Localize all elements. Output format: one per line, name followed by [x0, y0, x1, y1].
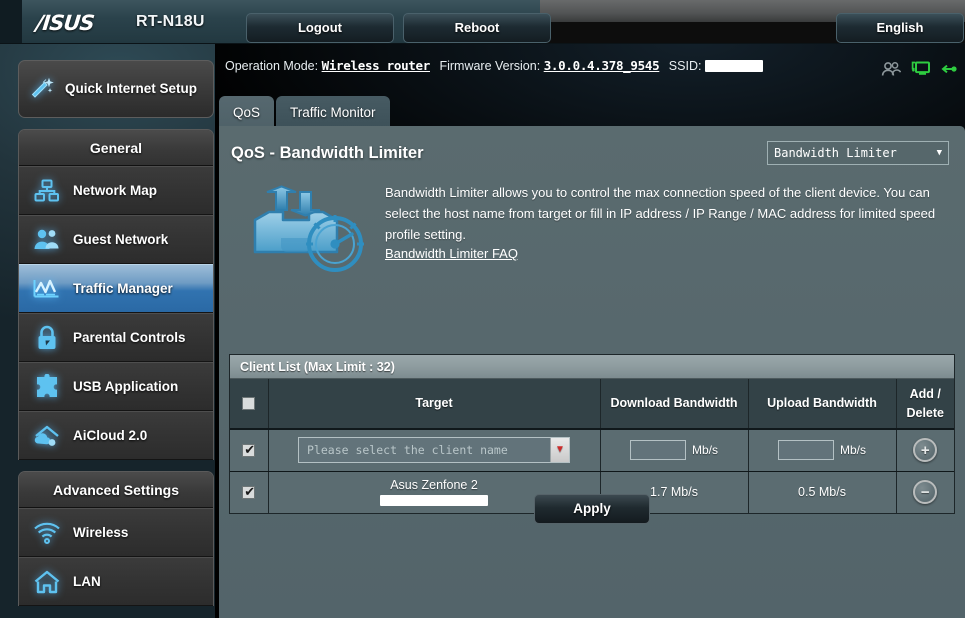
column-add-delete: Add / Delete — [896, 379, 954, 430]
operation-mode-label: Operation Mode: — [225, 59, 319, 73]
router-model-name: RT-N18U — [136, 13, 205, 30]
select-all-header — [230, 379, 269, 430]
sidebar-item-label: Quick Internet Setup — [65, 81, 198, 97]
sidebar-item-parental-controls[interactable]: Parental Controls — [19, 313, 213, 362]
row-action-cell: + — [896, 429, 954, 472]
language-button[interactable]: English — [836, 13, 964, 43]
select-all-checkbox[interactable] — [242, 397, 256, 411]
download-bandwidth-input[interactable] — [629, 440, 686, 461]
qos-panel: QoS - Bandwidth Limiter Bandwidth Limite… — [219, 126, 965, 618]
usb-link-icon[interactable] — [941, 61, 957, 82]
header-status-icons — [881, 60, 957, 82]
apply-button-row: Apply — [219, 494, 965, 524]
sidebar-item-traffic-manager[interactable]: Traffic Manager — [19, 264, 213, 313]
reboot-button[interactable]: Reboot — [403, 13, 551, 43]
bandwidth-speedometer-icon — [251, 182, 369, 279]
ssid-value-redacted — [704, 60, 763, 72]
sidebar-item-label: Parental Controls — [73, 330, 186, 345]
firmware-label: Firmware Version: — [439, 59, 541, 73]
download-unit-label: Mb/s — [691, 443, 718, 458]
sidebar-item-usb-application[interactable]: USB Application — [19, 362, 213, 411]
puzzle-icon — [33, 373, 61, 401]
asus-logo: /ISUS — [34, 11, 96, 35]
sidebar-item-label: USB Application — [73, 379, 179, 394]
router-admin-page: /ISUS RT-N18U Logout Reboot English Oper… — [0, 0, 965, 618]
aicloud-icon — [33, 422, 61, 450]
operation-info-strip: Operation Mode: Wireless router Firmware… — [225, 58, 965, 84]
table-row: Please select the client name ▼ Mb/s — [230, 429, 954, 472]
sidebar-item-label: Wireless — [73, 525, 129, 540]
tab-qos[interactable]: QoS — [219, 96, 275, 130]
upload-bandwidth-input[interactable] — [777, 440, 834, 461]
sidebar-item-label: LAN — [73, 574, 101, 589]
client-name-select[interactable]: Please select the client name ▼ — [298, 437, 570, 464]
lock-icon — [33, 324, 61, 352]
header-left-strip — [0, 0, 22, 43]
chevron-down-icon: ▼ — [550, 438, 569, 463]
client-device-name: Asus Zenfone 2 — [390, 478, 478, 493]
sidebar-group-general: General Network Map Guest Network Traffi… — [18, 129, 214, 460]
sidebar-item-label: Guest Network — [73, 232, 169, 247]
panel-header: QoS - Bandwidth Limiter Bandwidth Limite… — [231, 138, 949, 168]
firmware-value[interactable]: 3.0.0.4.378_9545 — [544, 58, 660, 73]
sidebar-group-advanced-settings: Advanced Settings Wireless LAN — [18, 471, 214, 606]
row-checkbox[interactable] — [242, 441, 256, 459]
ssid-label: SSID: — [668, 59, 702, 73]
operation-mode-value[interactable]: Wireless router — [322, 58, 431, 73]
bandwidth-limiter-faq-link[interactable]: Bandwidth Limiter FAQ — [385, 246, 518, 261]
column-target: Target — [268, 379, 601, 430]
home-icon — [33, 568, 61, 596]
client-name-placeholder: Please select the client name — [307, 443, 508, 458]
column-upload-bandwidth: Upload Bandwidth — [748, 379, 897, 430]
logout-button[interactable]: Logout — [246, 13, 394, 43]
sidebar-item-wireless[interactable]: Wireless — [19, 508, 213, 557]
client-list-caption: Client List (Max Limit : 32) — [230, 355, 954, 379]
upload-unit-label: Mb/s — [839, 443, 866, 458]
description-block: Bandwidth Limiter allows you to control … — [231, 182, 949, 279]
client-list-table: Client List (Max Limit : 32) Target Down… — [229, 354, 955, 514]
wifi-icon — [33, 519, 61, 547]
sidebar-item-lan[interactable]: LAN — [19, 557, 213, 606]
top-header-bar: /ISUS RT-N18U Logout Reboot English — [0, 0, 965, 44]
traffic-manager-icon — [33, 275, 61, 303]
client-list-grid: Target Download Bandwidth Upload Bandwid… — [230, 379, 954, 513]
magic-wand-icon — [29, 75, 57, 103]
tab-traffic-monitor[interactable]: Traffic Monitor — [276, 96, 390, 130]
sidebar-item-aicloud[interactable]: AiCloud 2.0 — [19, 411, 213, 460]
row-select-cell — [230, 429, 269, 472]
sidebar-item-label: Network Map — [73, 183, 158, 198]
sidebar-item-quick-internet-setup[interactable]: Quick Internet Setup — [18, 60, 214, 118]
page-title: QoS - Bandwidth Limiter — [231, 143, 424, 162]
plus-circle-icon[interactable]: + — [913, 438, 938, 463]
client-monitor-icon[interactable] — [911, 60, 931, 82]
chevron-down-icon: ▼ — [936, 148, 942, 158]
row-target-cell: Please select the client name ▼ — [268, 429, 601, 472]
column-download-bandwidth: Download Bandwidth — [600, 379, 749, 430]
row-upload-cell: Mb/s — [748, 429, 897, 472]
sidebar-item-label: Traffic Manager — [73, 281, 173, 296]
sidebar-group-title-general: General — [19, 130, 213, 166]
row-download-cell: Mb/s — [600, 429, 749, 472]
qos-mode-select-value: Bandwidth Limiter — [774, 146, 897, 160]
guest-network-icon — [33, 226, 61, 254]
apply-button[interactable]: Apply — [534, 494, 650, 524]
network-map-icon — [33, 177, 61, 205]
sidebar-item-label: AiCloud 2.0 — [73, 428, 148, 443]
users-icon[interactable] — [881, 61, 902, 82]
sidebar-item-network-map[interactable]: Network Map — [19, 166, 213, 215]
sidebar-navigation: Quick Internet Setup General Network Map — [18, 60, 214, 606]
sidebar-group-title-advanced: Advanced Settings — [19, 472, 213, 508]
sidebar-item-guest-network[interactable]: Guest Network — [19, 215, 213, 264]
description-paragraph: Bandwidth Limiter allows you to control … — [385, 185, 936, 243]
content-tabs: QoS Traffic Monitor — [219, 92, 390, 130]
main-content: QoS Traffic Monitor QoS - Bandwidth Limi… — [219, 92, 965, 618]
qos-mode-select[interactable]: Bandwidth Limiter ▼ — [767, 141, 949, 165]
table-header-row: Target Download Bandwidth Upload Bandwid… — [230, 379, 954, 430]
